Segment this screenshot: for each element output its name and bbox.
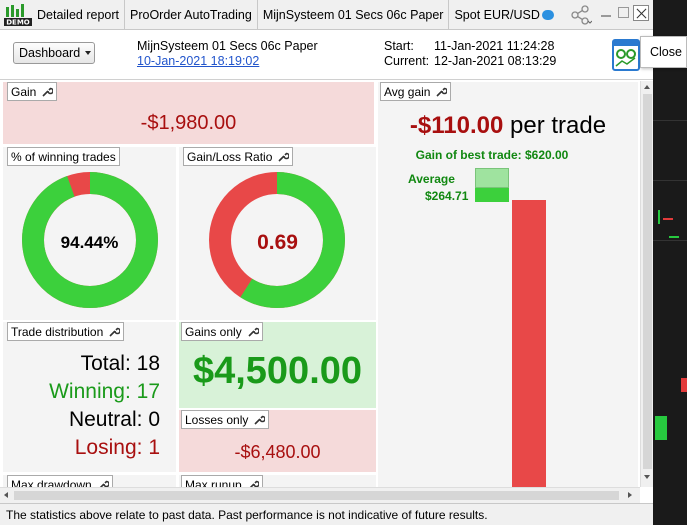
- chevron-down-icon: [85, 51, 92, 55]
- average-value: $264.71: [425, 189, 469, 203]
- trade-distribution-value: 0: [148, 408, 160, 431]
- trade-distribution-panel: Trade distribution Total: 18 Winning: 17 N…: [3, 322, 176, 472]
- winning-trades-value: 94.44%: [60, 233, 119, 252]
- system-date-link[interactable]: 10-Jan-2021 18:19:02: [137, 54, 259, 68]
- max-runup-panel: Max runup: [179, 475, 376, 487]
- maximize-icon[interactable]: [618, 7, 629, 18]
- tab-system[interactable]: MijnSysteem 01 Secs 06c Paper: [258, 0, 450, 30]
- gains-only-value: $4,500.00: [192, 350, 363, 392]
- average-label: Average: [408, 172, 455, 186]
- scroll-up-icon[interactable]: [644, 85, 650, 89]
- trade-distribution-row: Neutral: 0: [3, 408, 160, 432]
- max-drawdown-panel: Max drawdown: [3, 475, 176, 487]
- max-drawdown-title: Max drawdown: [7, 475, 113, 487]
- gain-loss-ratio-title: Gain/Loss Ratio: [183, 147, 294, 166]
- share-icon[interactable]: [570, 5, 593, 25]
- wrench-icon[interactable]: [247, 326, 260, 338]
- trade-distribution-row: Winning: 17: [3, 380, 160, 404]
- wrench-icon[interactable]: [247, 479, 260, 487]
- avg-gain-panel: Avg gain -$110.00 per trade Gain of best…: [378, 82, 638, 487]
- tab-spot-eurusd[interactable]: Spot EUR/USD: [449, 0, 558, 30]
- trade-distribution-label: Neutral:: [68, 408, 149, 431]
- disclaimer-footer: The statistics above relate to past data…: [0, 503, 653, 525]
- wrench-icon[interactable]: [277, 151, 291, 163]
- trade-distribution-row: Losing: 1: [3, 436, 160, 460]
- horizontal-scroll-thumb[interactable]: [14, 491, 619, 500]
- best-trade-label: Gain of best trade: $620.00: [415, 148, 569, 162]
- report-icon[interactable]: [612, 36, 640, 72]
- trade-distribution-label: Winning:: [49, 380, 137, 403]
- best-trade-bar: [475, 168, 509, 188]
- avg-gain-title: Avg gain: [380, 82, 452, 101]
- wrench-icon[interactable]: [41, 86, 55, 98]
- gain-loss-ratio-panel: Gain/Loss Ratio 0.69: [179, 147, 376, 320]
- trade-distribution-row: Total: 18: [3, 352, 160, 376]
- trade-distribution-label: Losing:: [74, 436, 149, 459]
- gains-only-title: Gains only: [181, 322, 263, 341]
- scroll-right-icon[interactable]: [628, 492, 632, 498]
- demo-logo: DEMO: [4, 3, 32, 27]
- wrench-icon[interactable]: [108, 326, 122, 338]
- wrench-icon[interactable]: [97, 479, 110, 487]
- vertical-scrollbar[interactable]: [640, 81, 653, 487]
- avg-gain-bar: [512, 200, 546, 487]
- system-name: MijnSysteem 01 Secs 06c Paper: [137, 39, 318, 53]
- trade-distribution-value: 18: [136, 352, 160, 375]
- tab-detailed-report[interactable]: Detailed report: [32, 0, 125, 30]
- avg-gain-value: -$110.00 per trade: [409, 112, 607, 139]
- current-value: 12-Jan-2021 08:13:29: [434, 54, 557, 68]
- gain-panel: Gain -$1,980.00: [3, 82, 374, 144]
- current-label: Current:: [384, 54, 430, 68]
- horizontal-scrollbar[interactable]: [0, 487, 640, 503]
- scroll-down-icon[interactable]: [644, 475, 650, 479]
- gains-only-panel: Gains only $4,500.00: [179, 322, 376, 408]
- vertical-scroll-thumb[interactable]: [643, 94, 652, 469]
- losses-only-value: -$6,480.00: [234, 442, 321, 462]
- max-runup-title: Max runup: [181, 475, 263, 487]
- scroll-left-icon[interactable]: [4, 492, 8, 498]
- start-label: Start:: [384, 39, 414, 53]
- trade-distribution-label: Total:: [80, 352, 137, 375]
- dashboard-content: Gain -$1,980.00 % of winning trades 94.4…: [0, 81, 640, 487]
- gain-value: -$1,980.00: [140, 112, 237, 134]
- trade-distribution-value: 1: [148, 436, 160, 459]
- minimize-icon[interactable]: [601, 15, 611, 17]
- winning-trades-title: % of winning trades: [7, 147, 120, 166]
- winning-trades-panel: % of winning trades 94.44%: [3, 147, 176, 320]
- wrench-icon[interactable]: [253, 414, 267, 426]
- svg-text:DEMO: DEMO: [6, 18, 30, 26]
- trade-distribution-value: 17: [136, 380, 160, 403]
- start-value: 11-Jan-2021 11:24:28: [434, 39, 555, 53]
- dashboard-dropdown[interactable]: Dashboard: [13, 42, 95, 64]
- tab-proorder-autotrading[interactable]: ProOrder AutoTrading: [125, 0, 258, 30]
- wrench-icon[interactable]: [435, 86, 449, 98]
- average-bar: [475, 188, 509, 202]
- tab-bar: DEMO Detailed report ProOrder AutoTradin…: [0, 0, 653, 30]
- losses-only-panel: Losses only -$6,480.00: [179, 410, 376, 472]
- close-icon[interactable]: [633, 5, 649, 21]
- background-chart-strip: [653, 0, 687, 525]
- gain-title: Gain: [7, 82, 58, 101]
- report-header: Dashboard MijnSysteem 01 Secs 06c Paper …: [0, 30, 653, 80]
- losses-only-title: Losses only: [181, 410, 270, 429]
- gain-loss-ratio-value: 0.69: [257, 231, 298, 254]
- chat-icon: [541, 9, 554, 20]
- trade-distribution-title: Trade distribution: [7, 322, 125, 341]
- close-tooltip: Close: [640, 36, 687, 68]
